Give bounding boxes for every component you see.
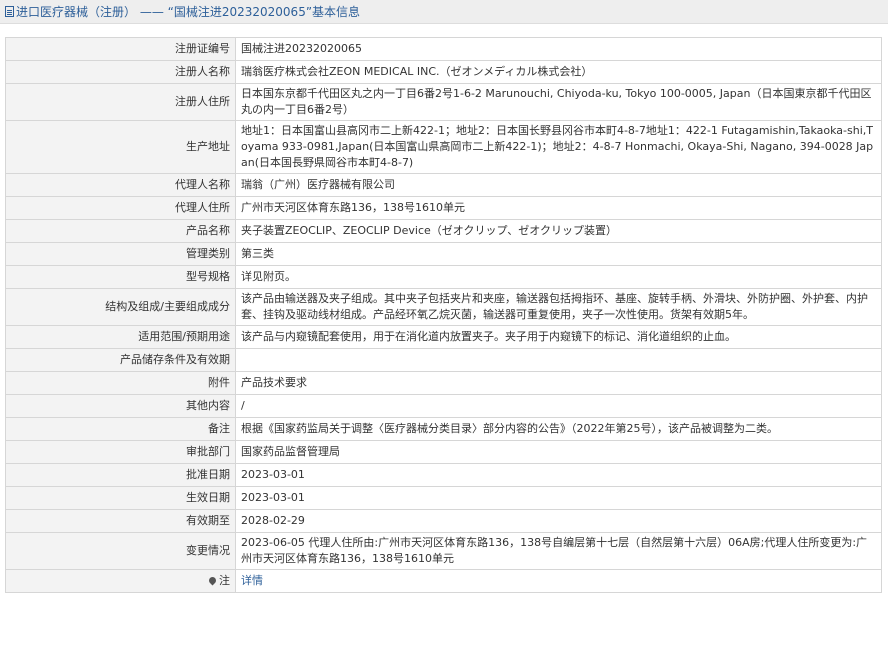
page-title: 进口医疗器械（注册） —— “国械注进20232020065”基本信息 xyxy=(16,5,361,19)
row-label: 适用范围/预期用途 xyxy=(5,325,236,349)
row-label: 生产地址 xyxy=(5,120,236,174)
row-label: 其他内容 xyxy=(5,394,236,418)
row-label: 注册人住所 xyxy=(5,83,236,121)
table-row-production-address: 生产地址 地址1：日本国富山县高冈市二上新422-1；地址2：日本国长野县冈谷市… xyxy=(5,120,882,174)
row-value xyxy=(235,348,882,372)
row-label: 附件 xyxy=(5,371,236,395)
row-value: 日本国东京都千代田区丸之内一丁目6番2号1-6-2 Marunouchi, Ch… xyxy=(235,83,882,121)
row-value: 夹子装置ZEOCLIP、ZEOCLIP Device（ゼオクリップ、ゼオクリップ… xyxy=(235,219,882,243)
row-label: 产品名称 xyxy=(5,219,236,243)
row-value: 根据《国家药监局关于调整〈医疗器械分类目录〉部分内容的公告》（2022年第25号… xyxy=(235,417,882,441)
row-value: 国家药品监督管理局 xyxy=(235,440,882,464)
row-label: 批准日期 xyxy=(5,463,236,487)
table-row-management-category: 管理类别 第三类 xyxy=(5,242,882,266)
table-row-model-spec: 型号规格 详见附页。 xyxy=(5,265,882,289)
row-label: 管理类别 xyxy=(5,242,236,266)
row-label: 生效日期 xyxy=(5,486,236,510)
table-row-registrant-address: 注册人住所 日本国东京都千代田区丸之内一丁目6番2号1-6-2 Marunouc… xyxy=(5,83,882,121)
table-row-agent-name: 代理人名称 瑞翁（广州）医疗器械有限公司 xyxy=(5,173,882,197)
table-row-remarks: 备注 根据《国家药监局关于调整〈医疗器械分类目录〉部分内容的公告》（2022年第… xyxy=(5,417,882,441)
table-row-other-content: 其他内容 / xyxy=(5,394,882,418)
table-row-storage-conditions: 产品储存条件及有效期 xyxy=(5,348,882,372)
table-row-registration-number: 注册证编号 国械注进20232020065 xyxy=(5,37,882,61)
info-table: 注册证编号 国械注进20232020065 注册人名称 瑞翁医疗株式会社ZEON… xyxy=(5,37,882,593)
table-row-attachment: 附件 产品技术要求 xyxy=(5,371,882,395)
table-row-change-history: 变更情况 2023-06-05 代理人住所由:广州市天河区体育东路136，138… xyxy=(5,532,882,570)
row-value: 详情 xyxy=(235,569,882,593)
document-icon xyxy=(5,6,14,17)
row-label: 结构及组成/主要组成成分 xyxy=(5,288,236,326)
table-row-expiry-date: 有效期至 2028-02-29 xyxy=(5,509,882,533)
details-link[interactable]: 详情 xyxy=(241,574,263,587)
row-label: 变更情况 xyxy=(5,532,236,570)
row-label: 有效期至 xyxy=(5,509,236,533)
row-label: 产品储存条件及有效期 xyxy=(5,348,236,372)
row-value: 该产品与内窥镜配套使用，用于在消化道内放置夹子。夹子用于内窥镜下的标记、消化道组… xyxy=(235,325,882,349)
page-header: 进口医疗器械（注册） —— “国械注进20232020065”基本信息 xyxy=(0,0,888,24)
table-row-approval-date: 批准日期 2023-03-01 xyxy=(5,463,882,487)
row-value: / xyxy=(235,394,882,418)
table-row-intended-use: 适用范围/预期用途 该产品与内窥镜配套使用，用于在消化道内放置夹子。夹子用于内窥… xyxy=(5,325,882,349)
table-row-note: 注 详情 xyxy=(5,569,882,593)
row-label: 审批部门 xyxy=(5,440,236,464)
row-value: 地址1：日本国富山县高冈市二上新422-1；地址2：日本国长野县冈谷市本町4-8… xyxy=(235,120,882,174)
row-value: 瑞翁（广州）医疗器械有限公司 xyxy=(235,173,882,197)
note-label: 注 xyxy=(219,574,230,587)
row-value: 该产品由输送器及夹子组成。其中夹子包括夹片和夹座，输送器包括拇指环、基座、旋转手… xyxy=(235,288,882,326)
row-value: 2023-03-01 xyxy=(235,486,882,510)
row-label: 备注 xyxy=(5,417,236,441)
row-label: 注册证编号 xyxy=(5,37,236,61)
row-label: 代理人名称 xyxy=(5,173,236,197)
row-value: 产品技术要求 xyxy=(235,371,882,395)
row-value: 国械注进20232020065 xyxy=(235,37,882,61)
row-value: 2023-06-05 代理人住所由:广州市天河区体育东路136，138号自编层第… xyxy=(235,532,882,570)
row-label: 型号规格 xyxy=(5,265,236,289)
row-value: 2028-02-29 xyxy=(235,509,882,533)
table-row-structure-composition: 结构及组成/主要组成成分 该产品由输送器及夹子组成。其中夹子包括夹片和夹座，输送… xyxy=(5,288,882,326)
row-value: 2023-03-01 xyxy=(235,463,882,487)
row-label: 代理人住所 xyxy=(5,196,236,220)
row-value: 广州市天河区体育东路136，138号1610单元 xyxy=(235,196,882,220)
row-value: 详见附页。 xyxy=(235,265,882,289)
row-label: 注册人名称 xyxy=(5,60,236,84)
table-row-agent-address: 代理人住所 广州市天河区体育东路136，138号1610单元 xyxy=(5,196,882,220)
table-row-product-name: 产品名称 夹子装置ZEOCLIP、ZEOCLIP Device（ゼオクリップ、ゼ… xyxy=(5,219,882,243)
table-row-registrant-name: 注册人名称 瑞翁医疗株式会社ZEON MEDICAL INC.（ゼオンメディカル… xyxy=(5,60,882,84)
row-value: 第三类 xyxy=(235,242,882,266)
row-value: 瑞翁医疗株式会社ZEON MEDICAL INC.（ゼオンメディカル株式会社） xyxy=(235,60,882,84)
table-row-approval-department: 审批部门 国家药品监督管理局 xyxy=(5,440,882,464)
table-row-effective-date: 生效日期 2023-03-01 xyxy=(5,486,882,510)
row-label: 注 xyxy=(5,569,236,593)
pin-icon xyxy=(207,575,218,586)
